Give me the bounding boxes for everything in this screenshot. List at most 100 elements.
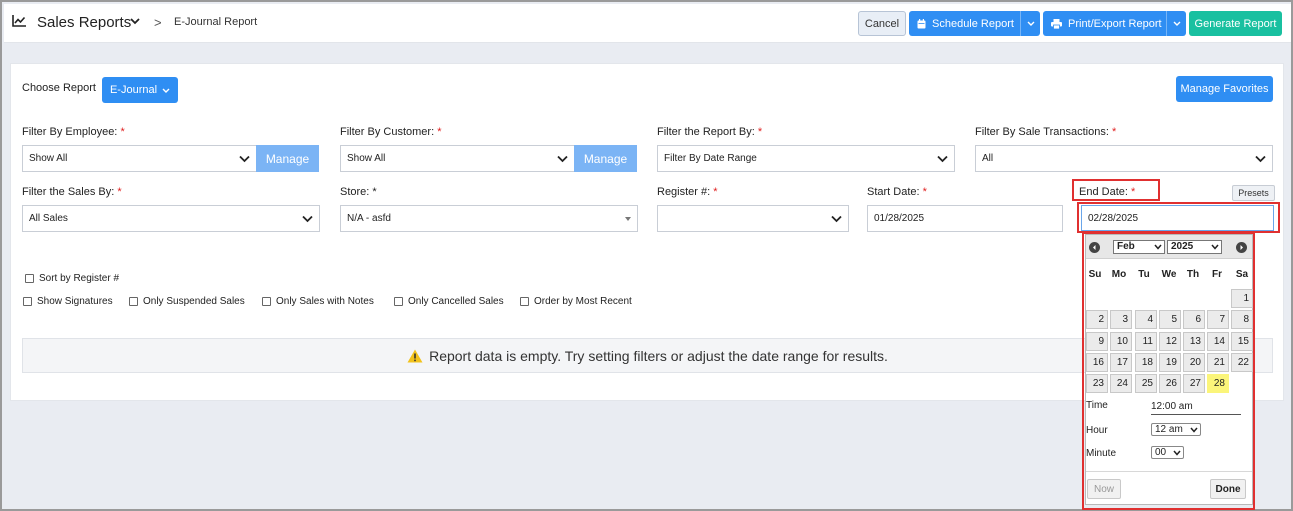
day-cell[interactable]: 2 [1086, 310, 1108, 329]
day-cell[interactable]: 3 [1110, 310, 1132, 329]
checkbox-box[interactable] [25, 274, 34, 283]
chevron-down-icon [1154, 244, 1162, 250]
day-cell[interactable]: 5 [1159, 310, 1181, 329]
day-cell[interactable]: 25 [1135, 374, 1157, 393]
next-month-button[interactable] [1236, 242, 1247, 253]
hour-select[interactable]: 12 am [1151, 423, 1201, 436]
day-cell[interactable]: 18 [1135, 353, 1157, 372]
day-cell[interactable]: 26 [1159, 374, 1181, 393]
store-select[interactable]: N/A - asfd [340, 205, 638, 232]
minute-select[interactable]: 00 [1151, 446, 1184, 459]
choose-report-label: Choose Report [22, 82, 96, 94]
day-cell-selected[interactable]: 28 [1207, 374, 1229, 393]
order-recent-checkbox[interactable]: Order by Most Recent [520, 296, 632, 307]
month-select[interactable]: Feb [1113, 240, 1165, 254]
day-cell[interactable]: 24 [1110, 374, 1132, 393]
print-export-dropdown[interactable] [1166, 11, 1186, 36]
filter-sales-by-label: Filter the Sales By: * [22, 186, 122, 198]
checkbox-box[interactable] [23, 297, 32, 306]
day-cell[interactable]: 4 [1135, 310, 1157, 329]
schedule-report-button[interactable]: Schedule Report [909, 11, 1040, 36]
manage-employee-label: Manage [265, 151, 310, 166]
empty-report-text: Report data is empty. Try setting filter… [429, 347, 888, 364]
day-cell[interactable]: 6 [1183, 310, 1205, 329]
day-cell[interactable]: 9 [1086, 332, 1108, 351]
schedule-report-label: Schedule Report [932, 17, 1014, 30]
employee-select[interactable]: Show All [22, 145, 257, 172]
sort-by-register-checkbox[interactable]: Sort by Register # [25, 273, 119, 284]
manage-employee-button[interactable]: Manage [256, 145, 319, 172]
time-value-display: 12:00 am [1151, 401, 1241, 415]
day-cell[interactable]: 16 [1086, 353, 1108, 372]
report-by-value: Filter By Date Range [664, 153, 757, 164]
schedule-report-main[interactable]: Schedule Report [909, 11, 1014, 36]
customer-select[interactable]: Show All [340, 145, 575, 172]
only-notes-checkbox[interactable]: Only Sales with Notes [262, 296, 374, 307]
choose-report-value: E-Journal [109, 84, 158, 96]
sale-transactions-value: All [982, 153, 994, 164]
report-by-select[interactable]: Filter By Date Range [657, 145, 955, 172]
day-cell[interactable]: 13 [1183, 332, 1205, 351]
chevron-down-icon[interactable] [130, 18, 140, 25]
print-export-main[interactable]: Print/Export Report [1043, 11, 1162, 36]
weekday-label: Th [1186, 269, 1200, 280]
highlight-end-date-label [1072, 179, 1160, 201]
day-cell[interactable]: 15 [1231, 332, 1253, 351]
weekday-label: Fr [1212, 269, 1222, 280]
hour-label: Hour [1086, 425, 1108, 436]
breadcrumb: E-Journal Report [174, 16, 258, 28]
day-cell[interactable]: 14 [1207, 332, 1229, 351]
generate-report-button[interactable]: Generate Report [1189, 11, 1282, 36]
checkbox-box[interactable] [262, 297, 271, 306]
chevron-down-icon [831, 215, 842, 223]
filter-report-by-label: Filter the Report By: * [657, 126, 763, 138]
presets-button[interactable]: Presets [1232, 185, 1275, 201]
chart-line-icon [12, 15, 26, 27]
only-cancelled-checkbox[interactable]: Only Cancelled Sales [394, 296, 504, 307]
chevron-down-icon [1173, 450, 1181, 456]
day-cell[interactable]: 19 [1159, 353, 1181, 372]
day-cell[interactable]: 21 [1207, 353, 1229, 372]
chevron-down-icon [239, 155, 250, 163]
register-select[interactable] [657, 205, 849, 232]
day-cell[interactable]: 20 [1183, 353, 1205, 372]
day-cell[interactable]: 7 [1207, 310, 1229, 329]
chevron-down-icon [1211, 244, 1219, 250]
sales-by-select[interactable]: All Sales [22, 205, 320, 232]
checkbox-box[interactable] [129, 297, 138, 306]
start-date-input[interactable]: 01/28/2025 [867, 205, 1063, 232]
day-cell[interactable]: 17 [1110, 353, 1132, 372]
weekday-label: Mo [1111, 269, 1127, 280]
chevron-down-icon [162, 88, 170, 93]
sale-transactions-select[interactable]: All [975, 145, 1273, 172]
checkbox-box[interactable] [394, 297, 403, 306]
show-signatures-checkbox[interactable]: Show Signatures [23, 296, 113, 307]
weekday-label: Tu [1138, 269, 1150, 280]
schedule-report-dropdown[interactable] [1020, 11, 1040, 36]
print-export-button[interactable]: Print/Export Report [1043, 11, 1186, 36]
now-button[interactable]: Now [1087, 479, 1121, 499]
day-cell[interactable]: 27 [1183, 374, 1205, 393]
day-cell[interactable]: 23 [1086, 374, 1108, 393]
cancel-button[interactable]: Cancel [858, 11, 906, 36]
checkbox-box[interactable] [520, 297, 529, 306]
year-select[interactable]: 2025 [1167, 240, 1222, 254]
day-cell[interactable]: 8 [1231, 310, 1253, 329]
only-cancelled-label: Only Cancelled Sales [408, 296, 504, 307]
chevron-down-icon [302, 215, 313, 223]
only-suspended-label: Only Suspended Sales [143, 296, 245, 307]
day-cell[interactable]: 12 [1159, 332, 1181, 351]
done-button[interactable]: Done [1210, 479, 1246, 499]
day-cell[interactable]: 11 [1135, 332, 1157, 351]
choose-report-dropdown[interactable]: E-Journal [102, 77, 178, 103]
only-suspended-checkbox[interactable]: Only Suspended Sales [129, 296, 245, 307]
chevron-left-icon [1093, 245, 1096, 250]
manage-customer-button[interactable]: Manage [574, 145, 637, 172]
day-cell[interactable]: 1 [1231, 289, 1253, 308]
day-cell[interactable]: 10 [1110, 332, 1132, 351]
caret-down-icon [625, 217, 631, 221]
manage-favorites-button[interactable]: Manage Favorites [1176, 76, 1273, 102]
prev-month-button[interactable] [1089, 242, 1100, 253]
day-cell[interactable]: 22 [1231, 353, 1253, 372]
manage-customer-label: Manage [583, 151, 628, 166]
